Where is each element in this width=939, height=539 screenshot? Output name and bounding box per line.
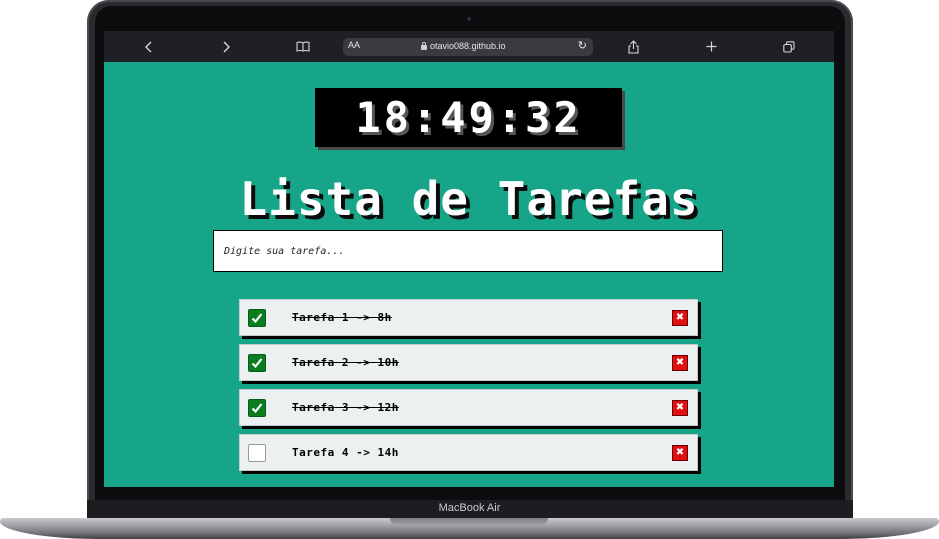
screen: AA otavio088.github.io ↻ 18:49:32 Lista … xyxy=(104,31,834,487)
camera-icon xyxy=(467,17,471,21)
task-text: Tarefa 4 -> 14h xyxy=(292,446,399,459)
task-text: Tarefa 2 -> 10h xyxy=(292,356,399,369)
task-checkbox[interactable] xyxy=(248,309,266,327)
laptop-notch xyxy=(390,518,548,525)
task-checkbox[interactable] xyxy=(248,399,266,417)
share-icon[interactable] xyxy=(618,31,648,62)
task-text: Tarefa 3 -> 12h xyxy=(292,401,399,414)
task-checkbox[interactable] xyxy=(248,444,266,462)
address-bar[interactable]: AA otavio088.github.io ↻ xyxy=(343,38,593,56)
chevron-right-icon[interactable] xyxy=(211,31,241,62)
page-title: Lista de Tarefas xyxy=(239,172,699,226)
task-checkbox[interactable] xyxy=(248,354,266,372)
chevron-left-icon[interactable] xyxy=(134,31,164,62)
delete-task-button[interactable]: ✖ xyxy=(672,445,688,461)
device-label: MacBook Air xyxy=(438,502,501,514)
task-item: Tarefa 4 -> 14h ✖ xyxy=(239,434,698,471)
url-text: otavio088.github.io xyxy=(430,41,506,51)
browser-toolbar: AA otavio088.github.io ↻ xyxy=(104,31,834,62)
task-item: Tarefa 1 -> 8h ✖ xyxy=(239,299,698,336)
task-item: Tarefa 3 -> 12h ✖ xyxy=(239,389,698,426)
task-text: Tarefa 1 -> 8h xyxy=(292,311,392,324)
text-size-button[interactable]: AA xyxy=(348,40,360,50)
task-item: Tarefa 2 -> 10h ✖ xyxy=(239,344,698,381)
reload-icon[interactable]: ↻ xyxy=(578,39,587,52)
tabs-icon[interactable] xyxy=(774,31,804,62)
task-input[interactable] xyxy=(213,230,723,272)
delete-task-button[interactable]: ✖ xyxy=(672,355,688,371)
lock-icon xyxy=(421,41,427,50)
checkmark-icon xyxy=(251,313,263,324)
book-icon[interactable] xyxy=(288,31,318,62)
plus-icon[interactable] xyxy=(696,31,726,62)
delete-task-button[interactable]: ✖ xyxy=(672,310,688,326)
checkmark-icon xyxy=(251,403,263,414)
digital-clock: 18:49:32 xyxy=(315,88,622,147)
checkmark-icon xyxy=(251,358,263,369)
delete-task-button[interactable]: ✖ xyxy=(672,400,688,416)
